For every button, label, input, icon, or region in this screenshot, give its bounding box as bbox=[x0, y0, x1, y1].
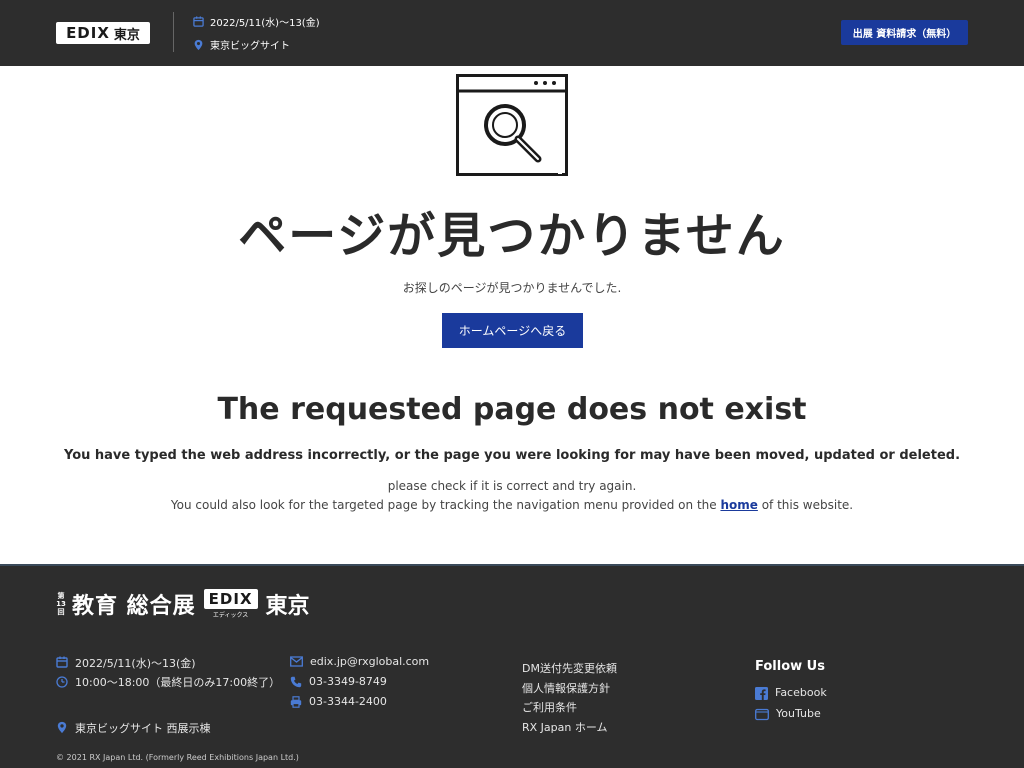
logo-text: EDIX bbox=[66, 24, 110, 42]
footer-hours-text: 10:00～18:00（最終日のみ17:00終了） bbox=[75, 676, 281, 689]
footer-date-text: 2022/5/11(水)～13(金) bbox=[75, 657, 196, 670]
youtube-icon bbox=[755, 708, 769, 721]
browser-search-icon bbox=[456, 74, 568, 176]
footer-fax: 03-3344-2400 bbox=[290, 695, 387, 708]
footer-logo-edix-kana: エディックス bbox=[212, 612, 249, 619]
header-date-text: 2022/5/11(水)～13(金) bbox=[210, 18, 320, 29]
footer-venue-text: 東京ビッグサイト 西展示棟 bbox=[75, 722, 211, 735]
youtube-link[interactable]: YouTube bbox=[755, 707, 821, 721]
nav-text-before: You could also look for the targeted pag… bbox=[170, 498, 721, 512]
header-divider bbox=[173, 12, 174, 52]
calendar-icon bbox=[56, 656, 68, 668]
english-nav-text: You could also look for the targeted pag… bbox=[0, 498, 1024, 512]
copyright-text: © 2021 RX Japan Ltd. (Formerly Reed Exhi… bbox=[56, 753, 299, 762]
clock-icon bbox=[56, 676, 68, 688]
header-venue-text: 東京ビッグサイト bbox=[210, 41, 290, 52]
english-title: The requested page does not exist bbox=[217, 392, 807, 427]
location-pin-icon bbox=[57, 721, 67, 734]
calendar-icon bbox=[193, 16, 204, 27]
footer-logo-edix: EDIX エディックス bbox=[203, 589, 258, 619]
exhibit-request-button[interactable]: 出展 資料請求（無料） bbox=[841, 20, 968, 45]
english-description: You have typed the web address incorrect… bbox=[63, 448, 961, 463]
follow-us-title: Follow Us bbox=[755, 659, 825, 674]
footer-logo-city: 東京 bbox=[265, 594, 310, 619]
footer-phone-text: 03-3349-8749 bbox=[309, 675, 387, 688]
footer-logo[interactable]: 第13回 教育 総合展 EDIX エディックス 東京 bbox=[56, 588, 310, 620]
phone-icon bbox=[290, 676, 302, 688]
footer-date: 2022/5/11(水)～13(金) bbox=[56, 655, 196, 671]
logo-city-text: 東京 bbox=[113, 27, 140, 43]
facebook-icon bbox=[755, 687, 768, 700]
youtube-label: YouTube bbox=[776, 707, 821, 720]
footer-email-text: edix.jp@rxglobal.com bbox=[310, 655, 430, 668]
header-venue: 東京ビッグサイト bbox=[193, 37, 290, 52]
page-not-found-subtitle: お探しのページが見つかりませんでした. bbox=[402, 281, 622, 295]
footer-divider bbox=[0, 564, 1024, 566]
privacy-policy-link[interactable]: 個人情報保護方針 bbox=[522, 680, 610, 696]
rx-japan-home-link[interactable]: RX Japan ホーム bbox=[522, 719, 608, 735]
mail-icon bbox=[290, 656, 303, 667]
english-check-text: please check if it is correct and try ag… bbox=[387, 479, 637, 493]
footer-logo-title: 教育 総合展 bbox=[72, 594, 196, 619]
dm-address-change-link[interactable]: DM送付先変更依頼 bbox=[522, 660, 617, 676]
nav-text-after: of this website. bbox=[757, 498, 854, 512]
footer-logo-edix-text: EDIX bbox=[203, 589, 258, 609]
site-header: EDIX 東京 2022/5/11(水)～13(金) 東京ビッグサイト 出展 資… bbox=[0, 0, 1024, 66]
page-not-found-title: ページが見つかりません bbox=[238, 208, 786, 264]
terms-of-use-link[interactable]: ご利用条件 bbox=[522, 699, 577, 715]
home-link[interactable]: home bbox=[720, 498, 757, 512]
footer-hours: 10:00～18:00（最終日のみ17:00終了） bbox=[56, 675, 281, 691]
footer-email[interactable]: edix.jp@rxglobal.com bbox=[290, 655, 429, 668]
footer-phone[interactable]: 03-3349-8749 bbox=[290, 675, 387, 688]
back-to-home-button[interactable]: ホームページへ戻る bbox=[442, 313, 583, 348]
footer-fax-text: 03-3344-2400 bbox=[309, 695, 387, 708]
facebook-link[interactable]: Facebook bbox=[755, 686, 827, 700]
footer-venue: 東京ビッグサイト 西展示棟 bbox=[56, 720, 211, 736]
header-date: 2022/5/11(水)～13(金) bbox=[193, 14, 320, 29]
fax-icon bbox=[290, 696, 302, 708]
location-pin-icon bbox=[194, 39, 203, 50]
facebook-label: Facebook bbox=[775, 686, 827, 699]
footer-logo-round: 第13回 bbox=[56, 592, 66, 616]
edix-logo[interactable]: EDIX 東京 bbox=[56, 22, 150, 44]
